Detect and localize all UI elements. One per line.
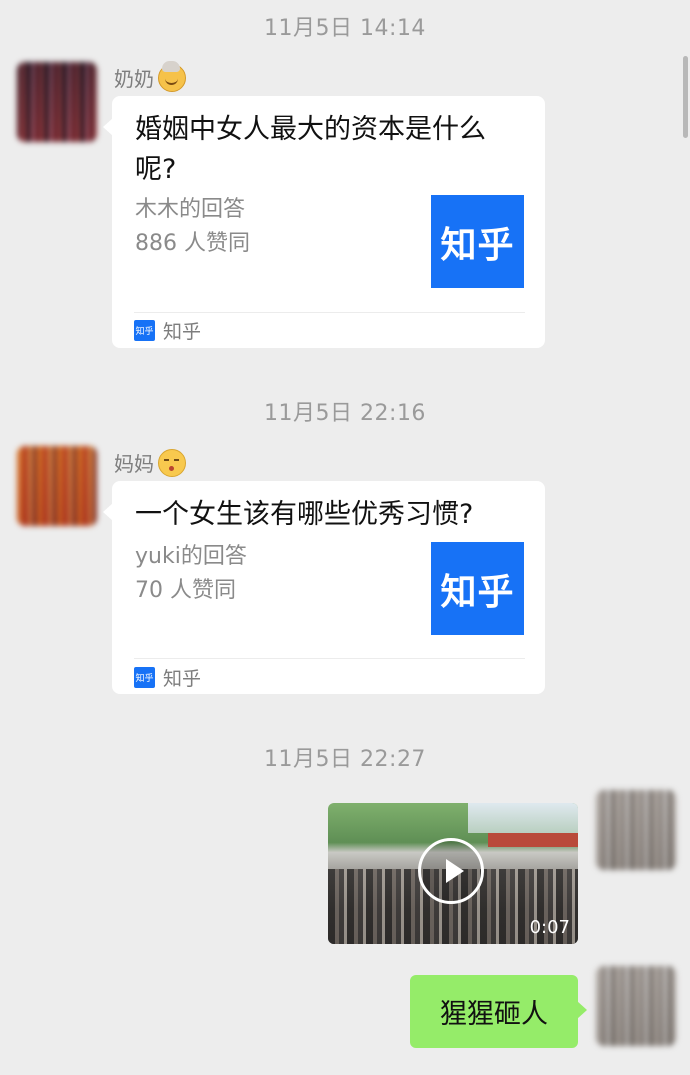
zhihu-small-icon: 知乎 — [134, 320, 155, 341]
card-answer-author: 木木的回答 — [135, 197, 246, 222]
sender-name: 奶奶 — [114, 60, 186, 92]
card-divider — [134, 312, 525, 313]
timestamp: 11月5日 14:14 — [264, 16, 426, 41]
timestamp: 11月5日 22:16 — [264, 401, 426, 426]
card-source: 知乎 知乎 — [134, 664, 201, 691]
timestamp: 11月5日 22:27 — [264, 747, 426, 772]
sent-text-message[interactable]: 猩猩砸人 — [410, 975, 587, 1048]
sender-name-text: 奶奶 — [114, 67, 154, 91]
card-title: 一个女生该有哪些优秀习惯? — [135, 499, 474, 530]
older-woman-emoji-icon — [158, 60, 186, 92]
zhihu-link-card[interactable]: 婚姻中女人最大的资本是什么呢? 木木的回答 886 人赞同 知乎 知乎 知乎 — [103, 96, 545, 348]
zhihu-small-icon: 知乎 — [134, 667, 155, 688]
zhihu-link-card[interactable]: 一个女生该有哪些优秀习惯? yuki的回答 70 人赞同 知乎 知乎 知乎 — [103, 481, 545, 694]
card-like-count: 70 人赞同 — [135, 578, 236, 603]
video-duration: 0:07 — [529, 917, 570, 938]
video-thumbnail-sky — [468, 803, 578, 833]
video-message[interactable]: 0:07 — [328, 803, 578, 944]
card-title: 婚姻中女人最大的资本是什么呢? — [135, 114, 486, 185]
sender-name-text: 妈妈 — [114, 452, 154, 476]
avatar-mom[interactable] — [17, 446, 97, 526]
video-thumbnail-roof — [488, 833, 578, 847]
avatar-self[interactable] — [596, 790, 676, 870]
zhihu-logo-icon: 知乎 — [431, 195, 524, 288]
zhihu-logo-icon: 知乎 — [431, 542, 524, 635]
card-answer-author: yuki的回答 — [135, 544, 247, 569]
play-icon[interactable] — [418, 838, 484, 904]
scrollbar-thumb[interactable] — [683, 56, 688, 138]
card-source-label: 知乎 — [163, 668, 202, 690]
avatar-self[interactable] — [596, 966, 676, 1046]
sender-name: 妈妈 — [114, 448, 186, 477]
card-like-count: 886 人赞同 — [135, 231, 250, 256]
message-text: 猩猩砸人 — [440, 999, 548, 1030]
card-divider — [134, 658, 525, 659]
card-source: 知乎 知乎 — [134, 317, 201, 344]
kissing-face-emoji-icon — [158, 448, 186, 477]
card-source-label: 知乎 — [163, 321, 202, 343]
avatar-grandma[interactable] — [17, 62, 97, 142]
